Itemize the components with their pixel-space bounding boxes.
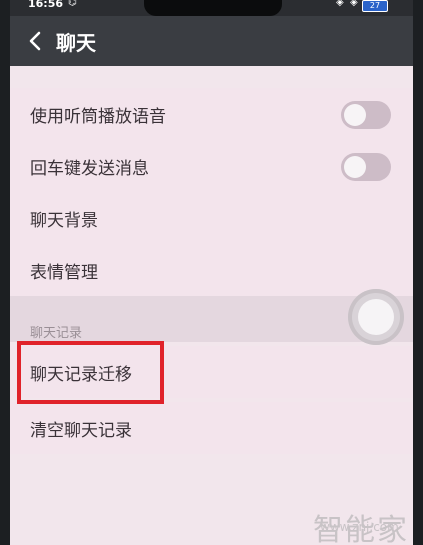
watermark-url: www.znj.com <box>320 520 399 534</box>
assistive-touch-inner <box>358 299 394 335</box>
section-header-label: 聊天记录 <box>30 326 83 341</box>
history-label: 清空聊天记录 <box>30 421 132 441</box>
status-bar: 16:56 ⌬ ◈ ◈ 27 <box>10 0 413 16</box>
battery-indicator: 27 <box>362 0 388 12</box>
back-arrow-icon[interactable] <box>22 26 48 56</box>
status-time: 16:56 <box>28 0 64 10</box>
toggle-knob <box>344 104 366 126</box>
phone-screen: 16:56 ⌬ ◈ ◈ 27 聊天 使用听筒播放语音 回车键发送消息 聊天背景 … <box>10 0 413 545</box>
top-app-bar: 聊天 <box>10 16 413 66</box>
signal-icon: ◈ <box>336 0 344 8</box>
setting-label: 聊天背景 <box>30 211 98 231</box>
setting-label: 使用听筒播放语音 <box>30 107 166 127</box>
earpiece-toggle[interactable] <box>341 101 391 129</box>
page-title: 聊天 <box>56 31 96 55</box>
signal-icon-2: ◈ <box>350 0 358 8</box>
setting-row-sticker-management[interactable]: 表情管理 <box>10 244 413 296</box>
setting-row-enter-send[interactable]: 回车键发送消息 <box>10 140 413 192</box>
toggle-knob <box>344 156 366 178</box>
assistive-touch-button[interactable] <box>348 289 404 345</box>
enter-send-toggle[interactable] <box>341 153 391 181</box>
setting-label: 回车键发送消息 <box>30 159 149 179</box>
setting-label: 表情管理 <box>30 263 98 283</box>
highlight-box <box>17 341 164 404</box>
wifi-icon: ⌬ <box>68 0 77 8</box>
history-row-clear[interactable]: 清空聊天记录 <box>10 402 413 454</box>
setting-row-chat-background[interactable]: 聊天背景 <box>10 192 413 244</box>
setting-row-earpiece[interactable]: 使用听筒播放语音 <box>10 88 413 140</box>
device-frame: 16:56 ⌬ ◈ ◈ 27 聊天 使用听筒播放语音 回车键发送消息 聊天背景 … <box>0 0 423 545</box>
camera-notch <box>144 0 282 16</box>
